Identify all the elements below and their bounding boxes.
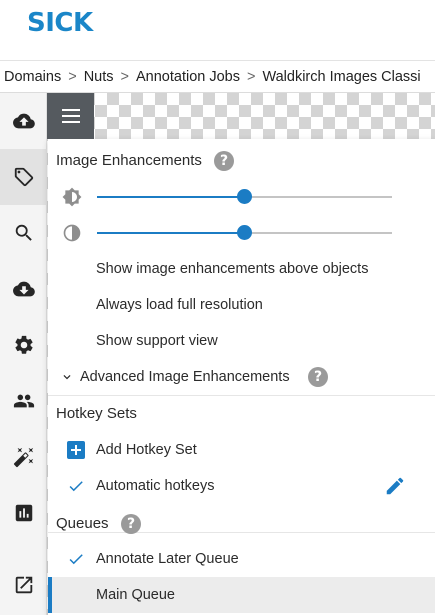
advanced-enhancements-help-icon[interactable]: ? — [308, 367, 328, 387]
plus-icon — [67, 441, 85, 459]
contrast-slider-fill — [97, 232, 245, 234]
brightness-slider-fill — [97, 196, 245, 198]
breadcrumb-current-job: Waldkirch Images Classi — [262, 69, 421, 85]
option-enhancements-above-objects[interactable]: Show image enhancements above objects — [48, 251, 435, 287]
breadcrumb-separator: > — [246, 69, 256, 85]
nav-search-button[interactable] — [0, 205, 47, 261]
queue-annotate-later[interactable]: Annotate Later Queue — [48, 541, 435, 577]
breadcrumb-separator: > — [68, 69, 77, 85]
brightness-slider-thumb[interactable] — [237, 189, 252, 204]
image-enhancements-help-icon[interactable]: ? — [214, 151, 234, 171]
contrast-icon — [63, 224, 81, 242]
nav-automation-button[interactable] — [0, 429, 47, 485]
brightness-slider-row — [48, 182, 435, 212]
breadcrumb: Domains > Nuts > Annotation Jobs > Waldkirch I… — [0, 61, 435, 93]
search-icon — [15, 224, 32, 241]
app-header: SICK — [0, 0, 435, 61]
image-enhancements-title: Image Enhancements — [56, 152, 202, 169]
menu-toggle-button[interactable] — [47, 93, 94, 139]
hotkey-set-automatic[interactable]: Automatic hotkeys — [48, 468, 435, 504]
nav-annotate-button[interactable] — [0, 149, 47, 205]
contrast-slider-thumb[interactable] — [237, 225, 252, 240]
brightness-icon — [62, 187, 82, 207]
sick-logo[interactable]: SICK — [27, 8, 93, 38]
option-label: Show image enhancements above objects — [96, 261, 369, 277]
option-support-view[interactable]: Show support view — [48, 323, 435, 359]
queue-main[interactable]: Main Queue — [48, 577, 435, 613]
edit-hotkey-set-pencil-icon[interactable] — [384, 475, 406, 497]
nav-settings-button[interactable] — [0, 317, 47, 373]
queues-help-icon[interactable]: ? — [121, 514, 141, 534]
external-link-icon — [15, 576, 32, 594]
advanced-enhancements-toggle[interactable]: Advanced Image Enhancements — [48, 359, 435, 395]
nav-users-button[interactable] — [0, 373, 47, 429]
nav-external-link-button[interactable] — [0, 557, 47, 613]
magic-wand-icon — [13, 447, 33, 468]
nav-statistics-button[interactable] — [0, 485, 47, 541]
breadcrumb-annotation-jobs[interactable]: Annotation Jobs — [136, 69, 240, 85]
section-divider — [48, 395, 435, 396]
bar-chart-icon — [15, 504, 32, 522]
add-hotkey-set-label: Add Hotkey Set — [96, 442, 197, 458]
selected-indicator — [48, 577, 52, 613]
hotkey-sets-title: Hotkey Sets — [56, 405, 137, 422]
cloud-download-icon — [12, 281, 35, 297]
left-nav — [0, 93, 47, 615]
advanced-enhancements-label: Advanced Image Enhancements — [80, 369, 290, 385]
gear-icon — [14, 335, 33, 354]
contrast-slider-row — [48, 218, 435, 248]
hamburger-icon — [61, 109, 80, 123]
queue-label: Annotate Later Queue — [96, 551, 239, 567]
option-full-resolution[interactable]: Always load full resolution — [48, 287, 435, 323]
breadcrumb-domains[interactable]: Domains — [4, 69, 61, 85]
checkmark-icon — [66, 477, 86, 495]
breadcrumb-nuts[interactable]: Nuts — [84, 69, 114, 85]
option-label: Show support view — [96, 333, 218, 349]
tags-icon — [14, 167, 33, 187]
hotkey-set-label: Automatic hotkeys — [96, 478, 215, 494]
queues-title: Queues — [56, 515, 109, 532]
annotation-menu-panel: Image Enhancements ? Show image enhancem… — [48, 139, 435, 615]
nav-upload-button[interactable] — [0, 93, 47, 149]
checkmark-icon — [66, 550, 86, 568]
users-icon — [13, 394, 34, 408]
nav-download-button[interactable] — [0, 261, 47, 317]
queue-label: Main Queue — [96, 587, 175, 603]
breadcrumb-separator: > — [120, 69, 129, 85]
cloud-upload-icon — [12, 113, 35, 129]
option-label: Always load full resolution — [96, 297, 263, 313]
add-hotkey-set-button[interactable]: Add Hotkey Set — [48, 432, 435, 468]
section-divider — [48, 532, 435, 533]
chevron-down-icon — [60, 370, 74, 384]
